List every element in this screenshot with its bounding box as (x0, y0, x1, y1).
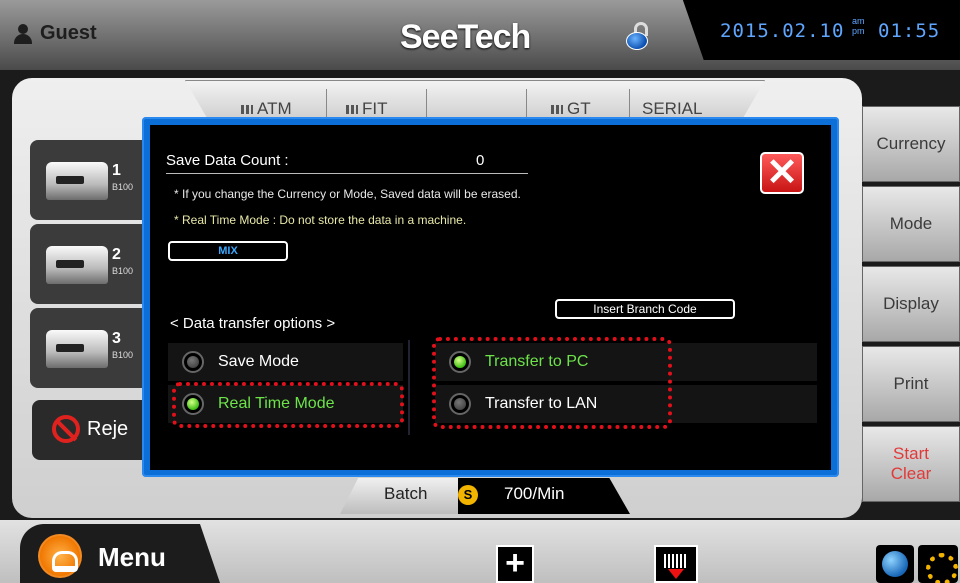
machine-item[interactable]: 2 B100 (30, 224, 150, 304)
datetime-display: 2015.02.10 am pm 01:55 (682, 0, 960, 60)
speed-bar: Batch 700/Min S (340, 478, 630, 514)
erase-warning-note: * If you change the Currency or Mode, Sa… (174, 187, 521, 201)
save-data-count-value: 0 (476, 152, 485, 169)
menu-logo-icon (38, 534, 82, 578)
save-data-count: Save Data Count : 0 (166, 152, 528, 174)
currency-button[interactable]: Currency (862, 106, 960, 182)
globe-icon[interactable] (876, 545, 914, 583)
mode-tabs: ATM FIT GT SERIAL (185, 80, 765, 120)
machine-item[interactable]: 1 B100 (30, 140, 150, 220)
mix-button[interactable]: MIX (168, 241, 288, 261)
print-button[interactable]: Print (862, 346, 960, 422)
real-time-highlight (172, 382, 404, 428)
counter-machine-icon (46, 162, 108, 200)
tab-atm[interactable]: ATM (241, 99, 292, 119)
data-transfer-dialog: Save Data Count : 0 * If you change the … (142, 117, 839, 477)
data-transfer-options-title: < Data transfer options > (170, 315, 336, 332)
top-bar: Guest SeeTech 2015.02.10 am pm 01:55 (0, 0, 960, 70)
machine-item[interactable]: 3 B100 (30, 308, 150, 388)
lock-icon[interactable] (626, 22, 652, 50)
real-time-note: * Real Time Mode : Do not store the data… (174, 213, 467, 227)
user-indicator[interactable]: Guest (14, 22, 97, 45)
menu-button[interactable]: Menu (20, 524, 220, 583)
mode-button[interactable]: Mode (862, 186, 960, 262)
brand-logo: SeeTech (400, 18, 531, 56)
options-divider (408, 340, 410, 435)
tab-gt[interactable]: GT (551, 99, 591, 119)
tab-fit[interactable]: FIT (346, 99, 388, 119)
speed-icon: S (458, 485, 478, 505)
save-mode-option[interactable]: Save Mode (168, 343, 403, 381)
counter-machine-icon (46, 246, 108, 284)
tab-serial[interactable]: SERIAL (642, 99, 702, 119)
user-name: Guest (40, 22, 97, 44)
date-text: 2015.02.10 (720, 20, 845, 42)
add-button[interactable]: + (496, 545, 534, 583)
display-button[interactable]: Display (862, 266, 960, 342)
dialog-body: Save Data Count : 0 * If you change the … (150, 125, 831, 470)
reject-button[interactable]: Reje (32, 400, 142, 460)
time-text: 01:55 (878, 20, 941, 42)
batch-label[interactable]: Batch (340, 478, 470, 514)
start-clear-button[interactable]: Start Clear (862, 426, 960, 502)
settings-icon[interactable] (918, 545, 958, 583)
counter-machine-icon (46, 330, 108, 368)
barcode-icon[interactable] (654, 545, 698, 583)
close-button[interactable]: ✕ (760, 152, 804, 194)
save-mode-radio[interactable] (182, 351, 204, 373)
grid-icon (551, 105, 563, 114)
user-icon (14, 23, 32, 44)
save-data-count-label: Save Data Count : (166, 152, 289, 169)
am-pm-indicator: am pm (852, 16, 865, 36)
transfer-highlight (432, 337, 672, 429)
insert-branch-code-button[interactable]: Insert Branch Code (555, 299, 735, 319)
speed-value[interactable]: 700/Min (458, 478, 630, 514)
grid-icon (346, 105, 358, 114)
prohibited-icon (52, 415, 80, 443)
grid-icon (241, 105, 253, 114)
